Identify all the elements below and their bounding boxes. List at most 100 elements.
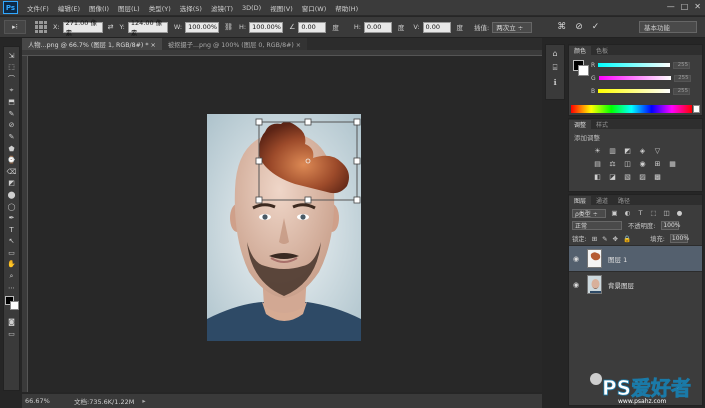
black-white-icon[interactable]: ◫	[623, 160, 632, 168]
vskew-field[interactable]: 0.00	[422, 21, 451, 33]
lasso-tool-icon[interactable]: ⌒	[5, 73, 18, 85]
pen-tool-icon[interactable]: ✒	[5, 212, 18, 224]
eye-icon[interactable]: ◉	[569, 281, 583, 289]
cancel-transform-icon[interactable]: ⊘	[575, 22, 583, 32]
pixel-filter-icon[interactable]: ▣	[610, 209, 619, 218]
eye-icon[interactable]: ◉	[569, 255, 583, 263]
zoom-level[interactable]: 66.67%	[22, 397, 60, 405]
brightness-icon[interactable]: ☀	[593, 147, 602, 155]
tab-channels[interactable]: 通道	[591, 196, 613, 205]
vibrance-icon[interactable]: ▽	[653, 147, 662, 155]
selective-color-icon[interactable]: ▩	[653, 173, 662, 181]
menu-window[interactable]: 窗口(W)	[302, 3, 327, 13]
history-icon[interactable]: ⌂	[552, 49, 557, 58]
photo-filter-icon[interactable]: ◉	[638, 160, 647, 168]
x-field[interactable]: 271.00 像素	[62, 19, 103, 37]
r-value[interactable]: 255	[673, 61, 691, 69]
fill-field[interactable]: 100%	[669, 234, 689, 243]
history-brush-tool-icon[interactable]: ⌚	[5, 154, 18, 166]
move-tool-icon[interactable]: ⇲	[5, 50, 18, 62]
threshold-icon[interactable]: ▧	[623, 173, 632, 181]
curves-icon[interactable]: ◩	[623, 147, 632, 155]
blend-mode-select[interactable]: 正常	[572, 221, 622, 230]
dodge-tool-icon[interactable]: ◯	[5, 201, 18, 213]
g-value[interactable]: 255	[673, 74, 691, 82]
link-icon[interactable]: ⇄	[108, 23, 114, 31]
hskew-field[interactable]: 0.00	[363, 21, 392, 33]
tab-color[interactable]: 颜色	[569, 46, 592, 55]
invert-icon[interactable]: ◧	[593, 173, 602, 181]
menu-layer[interactable]: 图层(L)	[118, 3, 140, 13]
tab-swatches[interactable]: 色板	[591, 46, 613, 55]
menu-file[interactable]: 文件(F)	[27, 3, 49, 13]
menu-image[interactable]: 图像(I)	[89, 3, 109, 13]
info-icon[interactable]: ℹ	[553, 78, 556, 87]
marquee-tool-icon[interactable]: ⬚	[5, 62, 18, 74]
commit-transform-icon[interactable]: ✓	[592, 22, 600, 32]
quick-select-tool-icon[interactable]: ⌖	[5, 85, 18, 97]
gradient-map-icon[interactable]: ▨	[638, 173, 647, 181]
gradient-tool-icon[interactable]: ◩	[5, 178, 18, 190]
type-filter-icon[interactable]: T	[636, 209, 645, 218]
menu-type[interactable]: 类型(Y)	[149, 3, 171, 13]
g-slider[interactable]	[598, 76, 671, 80]
layer-name[interactable]: 背景图层	[608, 280, 634, 290]
layer-kind-select[interactable]: ρ类型 ÷	[572, 208, 606, 218]
w-field[interactable]: 100.00%	[185, 21, 220, 33]
eraser-tool-icon[interactable]: ⌫	[5, 166, 18, 178]
workspace-select[interactable]: 基本功能	[639, 21, 697, 33]
b-slider[interactable]	[598, 89, 671, 93]
adjustment-filter-icon[interactable]: ◐	[623, 209, 632, 218]
color-balance-icon[interactable]: ⚖	[608, 160, 617, 168]
menu-help[interactable]: 帮助(H)	[335, 3, 358, 13]
tab-adjustments[interactable]: 调整	[569, 120, 592, 129]
r-slider[interactable]	[598, 63, 671, 67]
background-color[interactable]	[9, 301, 19, 311]
type-tool-icon[interactable]: T	[5, 224, 18, 236]
levels-icon[interactable]: ▥	[608, 147, 617, 155]
document-tab-active[interactable]: 人物...png @ 66.7% (图层 1, RGB/8#) * ×	[22, 38, 162, 50]
smart-object-filter-icon[interactable]: ◫	[662, 209, 671, 218]
color-lookup-icon[interactable]: ▦	[668, 160, 677, 168]
menu-filter[interactable]: 滤镜(T)	[211, 3, 233, 13]
screen-mode-icon[interactable]: ▭	[5, 328, 18, 340]
properties-icon[interactable]: ⌸	[553, 63, 558, 73]
color-spectrum[interactable]	[571, 105, 692, 113]
document-image[interactable]	[207, 114, 361, 341]
blur-tool-icon[interactable]: ⬤	[5, 189, 18, 201]
layer-row[interactable]: ◉ 图层 1	[569, 245, 702, 271]
opacity-field[interactable]: 100%	[661, 221, 680, 230]
minimize-icon[interactable]: —	[667, 2, 675, 11]
path-select-tool-icon[interactable]: ↖	[5, 236, 18, 248]
more-tools-icon[interactable]: ⋯	[5, 282, 18, 294]
lock-pixels-icon[interactable]: ✎	[602, 235, 607, 243]
shape-filter-icon[interactable]: ⬚	[649, 209, 658, 218]
document-tab[interactable]: 被抠摄子...png @ 100% (图层 0, RGB/8#) ×	[161, 38, 308, 50]
filter-toggle-icon[interactable]: ●	[675, 209, 684, 218]
color-panel-swatches[interactable]	[573, 60, 589, 76]
zoom-tool-icon[interactable]: ⌕	[5, 270, 18, 282]
maximize-icon[interactable]: □	[681, 2, 689, 11]
status-menu-arrow-icon[interactable]: ▸	[142, 397, 145, 405]
quick-mask-icon[interactable]: ◙	[5, 316, 18, 328]
chain-icon[interactable]: ⛓	[224, 23, 233, 31]
menu-select[interactable]: 选择(S)	[180, 3, 202, 13]
tab-styles[interactable]: 样式	[591, 120, 613, 129]
lock-all-icon[interactable]: 🔒	[623, 235, 631, 243]
crop-tool-icon[interactable]: ⬒	[5, 96, 18, 108]
eyedropper-tool-icon[interactable]: ✎	[5, 108, 18, 120]
layer-row[interactable]: ◉ 背景图层	[569, 271, 702, 297]
interpolation-select[interactable]: 两次立 ÷	[492, 21, 533, 33]
b-value[interactable]: 255	[673, 87, 691, 95]
tool-preset-picker[interactable]: ▸⁝	[4, 20, 26, 34]
menu-edit[interactable]: 编辑(E)	[58, 3, 80, 13]
menu-3d[interactable]: 3D(D)	[242, 4, 261, 12]
y-field[interactable]: 124.00 像素	[127, 19, 168, 37]
stamp-tool-icon[interactable]: ⬟	[5, 143, 18, 155]
h-field[interactable]: 100.00%	[249, 21, 284, 33]
channel-mixer-icon[interactable]: ⊞	[653, 160, 662, 168]
hue-saturation-icon[interactable]: ▤	[593, 160, 602, 168]
tab-layers[interactable]: 图层	[569, 196, 592, 205]
layer-name[interactable]: 图层 1	[608, 254, 627, 264]
tab-paths[interactable]: 路径	[613, 196, 635, 205]
